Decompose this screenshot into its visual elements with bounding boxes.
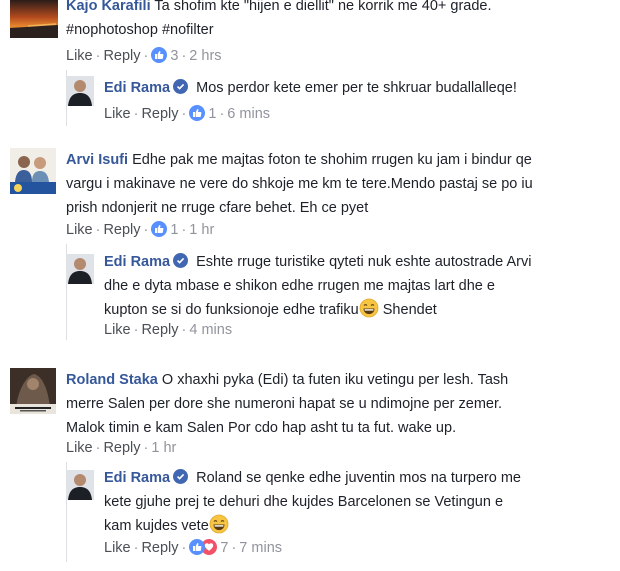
reply-link[interactable]: Reply (103, 440, 140, 456)
reply-text: Mos perdor kete emer per te shkruar buda… (196, 80, 517, 96)
comment-text-line2: merre Salen per dore she numeroni hapat … (66, 396, 503, 412)
reaction-count[interactable]: 3 (170, 48, 178, 64)
reply-link[interactable]: Reply (103, 48, 140, 64)
reply-text-line2: kete gjuhe prej te dehuri dhe kujdes Bar… (104, 494, 504, 510)
timestamp[interactable]: 7 mins (239, 540, 282, 556)
reaction-count[interactable]: 1 (208, 106, 216, 122)
like-link[interactable]: Like (104, 540, 131, 556)
verified-badge-icon (173, 469, 189, 484)
reply-link[interactable]: Reply (141, 322, 178, 338)
comment-text: Edhe pak me majtas foton te shohim rruge… (132, 152, 532, 168)
author-name[interactable]: Arvi Isufi (66, 152, 128, 168)
comment-body: Kajo Karafili Ta shofim kte "hijen e die… (66, 0, 611, 42)
comment-text-line3: Malok timin e kam Salen Por cdo hap asht… (66, 420, 457, 436)
reply-edi-1: Edi Rama Mos perdor kete emer per te shk… (0, 72, 620, 132)
reply-actions: Like · Reply · 1 · 6 mins (104, 105, 271, 122)
avatar-arvi[interactable] (10, 148, 56, 194)
reply-text-line3: kupton se si do funksionoje edhe trafiku (104, 302, 359, 318)
reply-body: Edi Rama Mos perdor kete emer per te shk… (104, 76, 609, 100)
comment-text-line3: prish ndonjerit ne rruge cfare behet. Eh… (66, 200, 369, 216)
author-name[interactable]: Roland Staka (66, 372, 158, 388)
comment-text: O xhaxhi pyka (Edi) ta futen iku vetingu… (161, 372, 509, 388)
comment-kajo: Kajo Karafili Ta shofim kte "hijen e die… (0, 0, 620, 68)
reply-text: Roland se qenke edhe juventin mos na tur… (196, 470, 521, 486)
timestamp[interactable]: 6 mins (227, 106, 270, 122)
reply-actions: Like · Reply · 7 · 7 mins (104, 539, 283, 556)
reply-text-signoff: Shendet (382, 302, 437, 318)
timestamp[interactable]: 4 mins (189, 322, 232, 338)
reply-actions: Like · Reply · 4 mins (104, 322, 233, 338)
like-reaction-icon[interactable] (151, 47, 168, 63)
comment-roland: Roland Staka O xhaxhi pyka (Edi) ta fute… (0, 368, 620, 464)
reply-edi-2: Edi Rama Eshte rruge turistike qyteti nu… (0, 250, 620, 342)
comment-text: Ta shofim kte "hijen e diellit" ne korri… (154, 0, 492, 14)
reply-edi-3: Edi Rama Roland se qenke edhe juventin m… (0, 466, 620, 566)
reaction-count[interactable]: 7 (220, 540, 228, 556)
comment-actions: Like · Reply · 1 hr (66, 440, 177, 456)
avatar-edi[interactable] (66, 470, 94, 500)
like-reaction-icon[interactable] (189, 105, 206, 121)
comment-body: Arvi Isufi Edhe pak me majtas foton te s… (66, 148, 614, 220)
timestamp[interactable]: 2 hrs (189, 48, 221, 64)
comment-actions: Like · Reply · 1 · 1 hr (66, 221, 215, 238)
reply-link[interactable]: Reply (141, 540, 178, 556)
comment-text-line2: vargu i makinave ne vere do shkoje me km… (66, 176, 533, 192)
avatar-edi[interactable] (66, 76, 94, 106)
comment-body: Roland Staka O xhaxhi pyka (Edi) ta fute… (66, 368, 614, 440)
reply-text: Eshte rruge turistike qyteti nuk eshte a… (196, 254, 532, 270)
like-link[interactable]: Like (104, 322, 131, 338)
reply-link[interactable]: Reply (141, 106, 178, 122)
comment-arvi: Arvi Isufi Edhe pak me majtas foton te s… (0, 148, 620, 244)
like-link[interactable]: Like (66, 48, 93, 64)
avatar-kajo[interactable] (10, 0, 58, 38)
like-link[interactable]: Like (66, 440, 93, 456)
comment-actions: Like · Reply · 3 · 2 hrs (66, 47, 222, 64)
reaction-count[interactable]: 1 (170, 222, 178, 238)
author-name[interactable]: Edi Rama (104, 80, 170, 96)
avatar-roland[interactable] (10, 368, 56, 414)
reply-text-line3: kam kujdes vete (104, 518, 209, 534)
author-name[interactable]: Edi Rama (104, 470, 170, 486)
grinning-emoji-icon (209, 514, 229, 534)
verified-badge-icon (173, 253, 189, 268)
author-name[interactable]: Kajo Karafili (66, 0, 151, 14)
author-name[interactable]: Edi Rama (104, 254, 170, 270)
reply-text-line2: dhe e dyta mbase e shikon edhe rrugen me… (104, 278, 495, 294)
like-reaction-icon[interactable] (151, 221, 168, 237)
like-link[interactable]: Like (104, 106, 131, 122)
avatar-edi[interactable] (66, 254, 94, 284)
timestamp[interactable]: 1 hr (151, 440, 176, 456)
reply-link[interactable]: Reply (103, 222, 140, 238)
timestamp[interactable]: 1 hr (189, 222, 214, 238)
comment-hashtags[interactable]: #nophotoshop #nofilter (66, 22, 214, 38)
verified-badge-icon (173, 79, 189, 94)
reply-body: Edi Rama Roland se qenke edhe juventin m… (104, 466, 614, 538)
grinning-emoji-icon (359, 298, 379, 318)
reply-body: Edi Rama Eshte rruge turistike qyteti nu… (104, 250, 614, 322)
like-link[interactable]: Like (66, 222, 93, 238)
